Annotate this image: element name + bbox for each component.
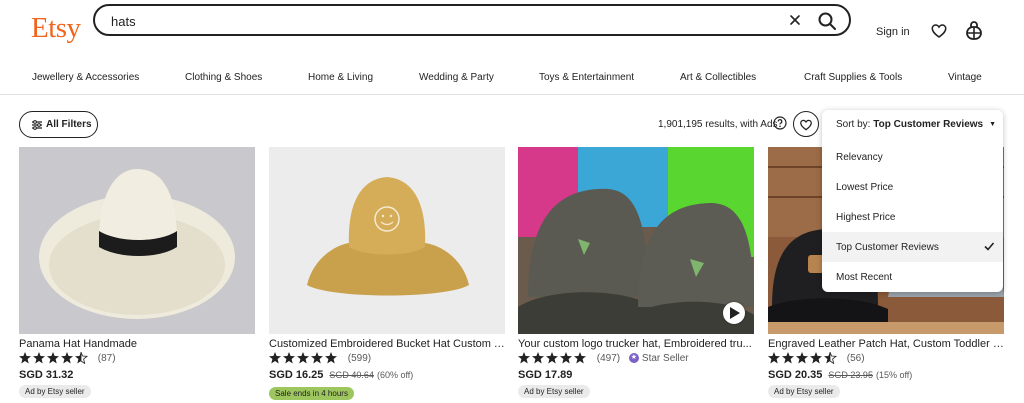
listing-rating: (497) ★ Star Seller [518, 352, 689, 366]
discount-text: (15% off) [875, 370, 913, 380]
review-count: (599) [347, 352, 372, 364]
listing-title[interactable]: Your custom logo trucker hat, Embroidere… [518, 338, 754, 350]
listing-card[interactable]: Your custom logo trucker hat, Embroidere… [518, 147, 754, 403]
sort-option-lowest-price[interactable]: Lowest Price [822, 172, 1003, 202]
star-seller-icon: ★ [628, 352, 639, 363]
listing-price: SGD 31.32 [19, 369, 73, 381]
listing-card[interactable]: Customized Embroidered Bucket Hat Custom… [269, 147, 505, 403]
category-craft[interactable]: Craft Supplies & Tools [804, 72, 902, 83]
sort-by-current: Top Customer Reviews [873, 119, 984, 130]
category-clothing[interactable]: Clothing & Shoes [185, 72, 262, 83]
listing-price: SGD 17.89 [518, 369, 572, 381]
listing-rating: (56) [768, 352, 865, 366]
listing-rating: (599) [269, 352, 371, 366]
heart-icon[interactable] [930, 22, 948, 40]
caret-down-icon: ▼ [989, 121, 997, 128]
listing-rating: (87) [19, 352, 116, 366]
sort-option-most-recent[interactable]: Most Recent [822, 262, 1003, 292]
listing-card[interactable]: Panama Hat Handmade (87) SGD 31.32 Ad by… [19, 147, 255, 403]
category-art[interactable]: Art & Collectibles [680, 72, 756, 83]
price-value: SGD 17.89 [518, 369, 573, 381]
category-home[interactable]: Home & Living [308, 72, 373, 83]
discount-text: (60% off) [376, 370, 414, 380]
search-input[interactable] [109, 11, 773, 31]
filter-icon [31, 119, 43, 131]
cart-icon[interactable] [965, 21, 983, 41]
review-count: (56) [846, 352, 865, 364]
sale-badge: Sale ends in 4 hours [269, 387, 354, 400]
close-icon[interactable] [785, 10, 805, 30]
listing-image[interactable] [269, 147, 505, 334]
rating-stars-icon [269, 352, 337, 364]
listing-title[interactable]: Customized Embroidered Bucket Hat Custom… [269, 338, 505, 350]
category-toys[interactable]: Toys & Entertainment [539, 72, 634, 83]
ad-badge: Ad by Etsy seller [768, 385, 840, 398]
category-vintage[interactable]: Vintage [948, 72, 982, 83]
listing-price: SGD 20.35 SGD 23.95 (15% off) [768, 369, 912, 381]
listing-title[interactable]: Engraved Leather Patch Hat, Custom Toddl… [768, 338, 1004, 350]
play-icon [730, 307, 740, 319]
help-icon[interactable] [773, 116, 787, 130]
ad-badge: Ad by Etsy seller [518, 385, 590, 398]
price-value: SGD 16.25 [269, 369, 324, 381]
ad-badge: Ad by Etsy seller [19, 385, 91, 398]
sort-by-prefix: Sort by: [836, 119, 871, 130]
listing-image[interactable] [518, 147, 754, 334]
sort-dropdown: Sort by: Top Customer Reviews ▼ Relevancy… [822, 110, 1003, 292]
star-seller-label: Star Seller [641, 352, 689, 364]
sort-by-button[interactable]: Sort by: Top Customer Reviews ▼ [836, 119, 996, 130]
all-filters-button[interactable]: All Filters [19, 111, 98, 138]
rating-stars-icon [518, 352, 586, 364]
play-video-button[interactable] [723, 302, 745, 324]
review-count: (497) [596, 352, 621, 364]
original-price: SGD 40.64 [329, 370, 374, 380]
save-search-button[interactable] [793, 111, 819, 137]
search-icon[interactable] [815, 9, 839, 33]
category-jewellery[interactable]: Jewellery & Accessories [32, 72, 139, 83]
checkmark-icon [983, 240, 995, 252]
rating-stars-icon [19, 352, 89, 364]
results-count: 1,901,195 results, with Ads [658, 119, 778, 130]
category-nav: Jewellery & Accessories Clothing & Shoes… [0, 62, 1024, 95]
listing-price: SGD 16.25 SGD 40.64 (60% off) [269, 369, 413, 381]
all-filters-label: All Filters [46, 119, 92, 130]
rating-stars-icon [768, 352, 838, 364]
price-value: SGD 20.35 [768, 369, 823, 381]
star-seller-badge: ★ Star Seller [628, 352, 689, 364]
listing-title[interactable]: Panama Hat Handmade [19, 338, 255, 350]
price-value: SGD 31.32 [19, 369, 74, 381]
heart-outline-icon [800, 119, 812, 131]
etsy-logo[interactable]: Etsy [31, 12, 81, 45]
sign-in-link[interactable]: Sign in [876, 26, 910, 38]
search-bar[interactable] [93, 4, 851, 36]
review-count: (87) [97, 352, 116, 364]
sort-option-top-reviews[interactable]: Top Customer Reviews [822, 232, 1003, 262]
sort-option-relevancy[interactable]: Relevancy [822, 142, 1003, 172]
sort-option-highest-price[interactable]: Highest Price [822, 202, 1003, 232]
original-price: SGD 23.95 [828, 370, 873, 380]
sort-option-label: Top Customer Reviews [836, 242, 939, 253]
listing-image[interactable] [19, 147, 255, 334]
category-wedding[interactable]: Wedding & Party [419, 72, 494, 83]
